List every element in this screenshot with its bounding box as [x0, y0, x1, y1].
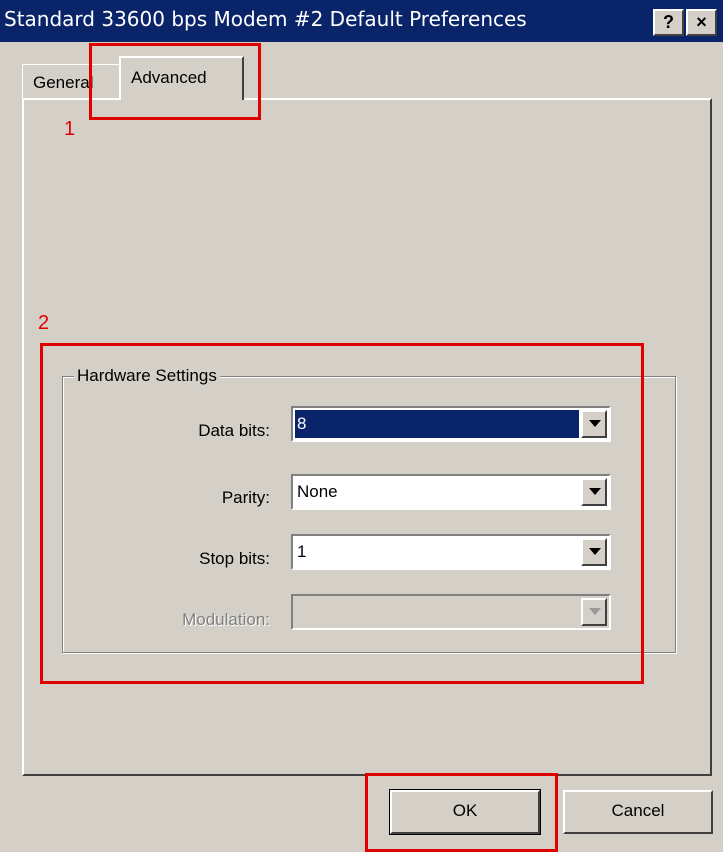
title-bar[interactable]: Standard 33600 bps Modem #2 Default Pref… — [0, 0, 723, 42]
annotation-marker-2: 2 — [38, 312, 50, 334]
highlight-ok-button — [365, 773, 558, 852]
annotation-marker-1: 1 — [64, 118, 76, 140]
highlight-hardware-settings — [40, 343, 644, 684]
tab-advanced-label: Advanced — [131, 68, 207, 87]
tab-general-label: General — [33, 73, 94, 92]
close-button[interactable]: × — [686, 9, 717, 36]
window-title: Standard 33600 bps Modem #2 Default Pref… — [4, 7, 527, 31]
help-button[interactable]: ? — [653, 9, 684, 36]
cancel-button[interactable]: Cancel — [563, 790, 713, 834]
tab-advanced[interactable]: Advanced — [119, 56, 244, 100]
